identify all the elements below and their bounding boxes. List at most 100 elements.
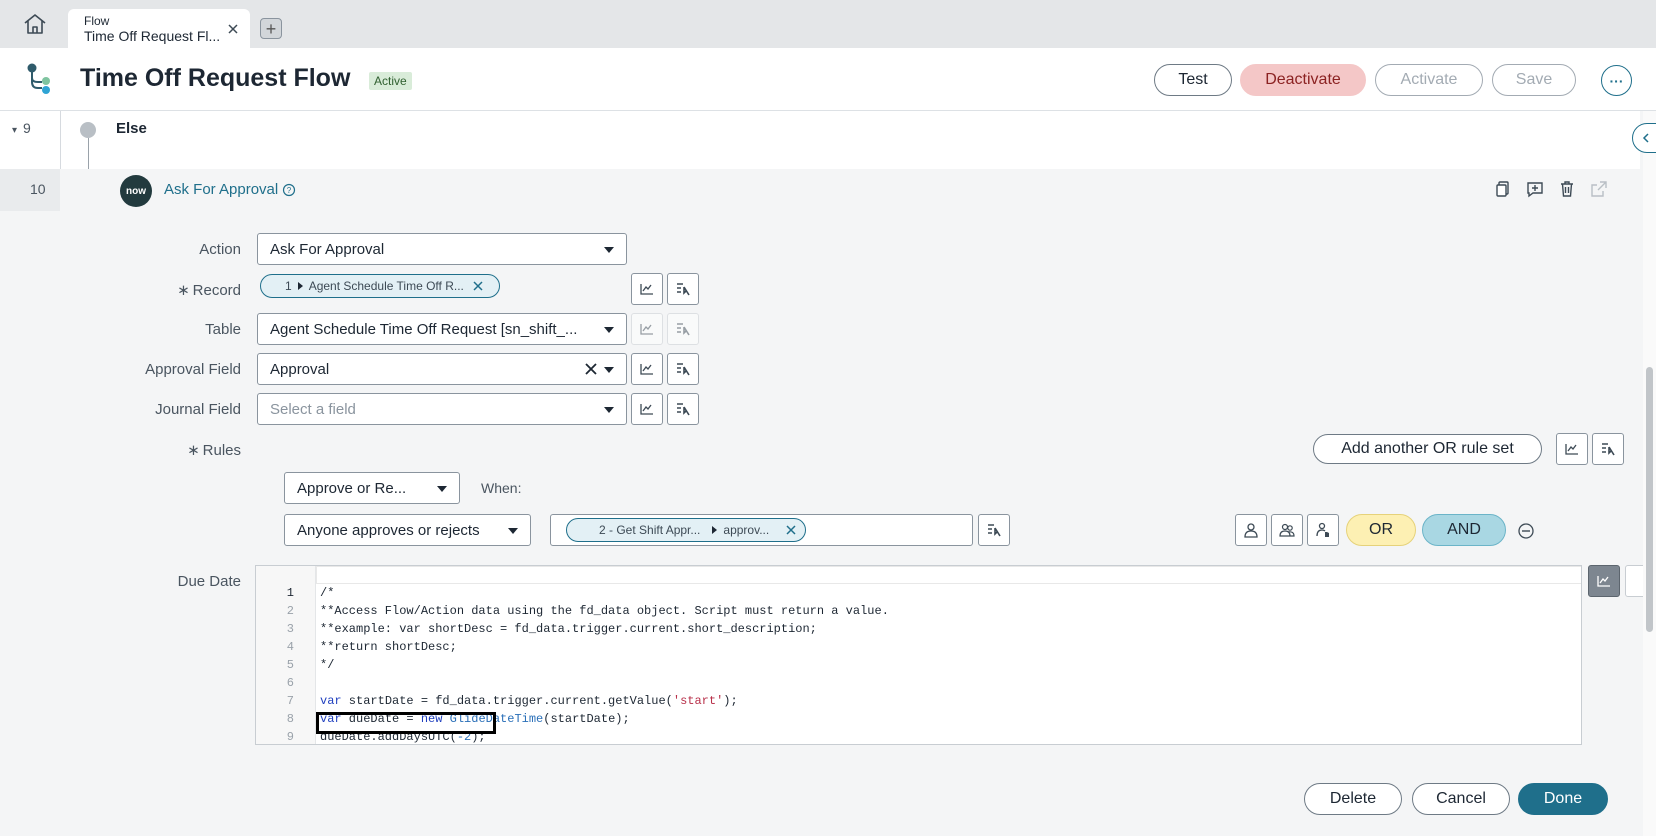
data-picker-icon (1602, 443, 1615, 456)
record-script-button[interactable] (631, 273, 663, 305)
now-logo-icon: now (120, 175, 152, 207)
flow-node-icon (80, 122, 96, 138)
and-button[interactable]: AND (1422, 514, 1506, 546)
more-options-button[interactable]: ··· (1601, 65, 1632, 96)
data-picker-icon (988, 524, 1001, 537)
script-icon (640, 324, 653, 335)
help-icon[interactable]: ? (282, 183, 296, 197)
chevron-down-icon (604, 327, 614, 333)
due-date-script-toggle-button[interactable] (1588, 565, 1620, 597)
script-icon (640, 404, 653, 415)
save-button[interactable]: Save (1492, 64, 1576, 96)
code-line: 1/* (286, 586, 335, 600)
table-select[interactable]: Agent Schedule Time Off Request [sn_shif… (257, 313, 627, 345)
deactivate-button[interactable]: Deactivate (1240, 64, 1366, 96)
approval-field-label: Approval Field (145, 361, 241, 378)
rule-type-value: Approve or Re... (297, 479, 407, 497)
remove-pill-icon[interactable] (472, 280, 484, 292)
rule-data-picker-button[interactable] (978, 514, 1010, 546)
caret-right-icon (712, 526, 718, 534)
delete-icon[interactable] (1558, 180, 1576, 198)
table-script-button (631, 313, 663, 345)
chevron-down-icon (508, 528, 518, 534)
script-icon (1597, 576, 1610, 587)
else-label: Else (116, 120, 147, 137)
required-icon: ∗ (177, 282, 190, 299)
test-button[interactable]: Test (1154, 64, 1232, 96)
record-label: ∗ Record (177, 282, 241, 299)
rules-data-picker-button[interactable] (1592, 433, 1624, 465)
add-tab-button[interactable]: + (260, 18, 282, 39)
activate-button[interactable]: Activate (1375, 64, 1483, 96)
clear-icon[interactable] (584, 362, 598, 376)
caret-right-icon (297, 282, 303, 290)
flow-designer-logo-icon (24, 62, 56, 96)
rule-type-select[interactable]: Approve or Re... (284, 472, 460, 504)
chevron-down-icon (604, 247, 614, 253)
chevron-down-icon (604, 367, 614, 373)
action-label: Action (199, 241, 241, 258)
approvers-data-pill[interactable]: 2 - Get Shift Appr... approv... (566, 518, 806, 542)
vertical-scrollbar[interactable] (1643, 111, 1656, 836)
add-manual-approver-button[interactable] (1307, 514, 1339, 546)
journal-field-data-picker-button[interactable] (667, 393, 699, 425)
data-picker-icon (677, 363, 690, 376)
table-label: Table (205, 321, 241, 338)
code-line: 5 */ (286, 658, 335, 672)
flow-header: Time Off Request Flow Active Test Deacti… (0, 48, 1656, 111)
svg-text:?: ? (287, 186, 292, 195)
tab-flow[interactable]: Flow Time Off Request Fl... (68, 9, 250, 48)
scrollbar-thumb[interactable] (1646, 367, 1653, 632)
record-data-picker-button[interactable] (667, 273, 699, 305)
done-button[interactable]: Done (1518, 783, 1608, 815)
add-group-button[interactable] (1271, 514, 1303, 546)
action-select[interactable]: Ask For Approval (257, 233, 627, 265)
code-line: 2 **Access Flow/Action data using the fd_… (286, 604, 889, 618)
step-title[interactable]: Ask For Approval (164, 181, 278, 198)
required-icon: ∗ (187, 442, 200, 459)
remove-rule-icon[interactable] (1517, 522, 1535, 540)
due-date-script-editor[interactable]: 1/* 2 **Access Flow/Action data using the… (255, 565, 1582, 745)
table-value: Agent Schedule Time Off Request [sn_shif… (270, 320, 578, 338)
rule-condition-select[interactable]: Anyone approves or rejects (284, 514, 531, 546)
code-line: 6 (286, 676, 294, 690)
script-icon (640, 364, 653, 375)
chevron-down-icon (437, 486, 447, 492)
rule-condition-value: Anyone approves or rejects (297, 521, 480, 539)
cancel-button[interactable]: Cancel (1412, 783, 1510, 815)
table-data-picker-button (667, 313, 699, 345)
collapse-caret-icon[interactable]: ▾ (12, 125, 17, 136)
approval-field-data-picker-button[interactable] (667, 353, 699, 385)
approval-field-script-button[interactable] (631, 353, 663, 385)
copy-icon[interactable] (1494, 180, 1512, 198)
record-data-pill[interactable]: 1 Agent Schedule Time Off R... (260, 274, 500, 298)
add-comment-icon[interactable] (1526, 180, 1544, 198)
journal-field-placeholder: Select a field (270, 400, 356, 418)
or-button[interactable]: OR (1346, 514, 1416, 546)
side-panel-toggle[interactable] (1632, 123, 1656, 153)
remove-pill-icon[interactable] (785, 524, 797, 536)
home-icon[interactable] (22, 12, 48, 36)
add-user-button[interactable] (1235, 514, 1267, 546)
status-badge: Active (369, 72, 412, 90)
when-label: When: (481, 480, 522, 496)
open-external-icon[interactable] (1590, 180, 1608, 198)
script-icon (1565, 444, 1578, 455)
step-number: ▾ 9 (12, 120, 31, 136)
add-or-rule-set-button[interactable]: Add another OR rule set (1313, 434, 1542, 464)
close-tab-icon[interactable] (226, 22, 240, 36)
approval-field-value: Approval (270, 360, 330, 378)
code-line: 8 var dueDate = new GlideDateTime(startDa… (286, 712, 630, 726)
rules-script-button[interactable] (1556, 433, 1588, 465)
code-line: 3 **example: var shortDesc = fd_data.trig… (286, 622, 817, 636)
journal-field-script-button[interactable] (631, 393, 663, 425)
code-line: 7 var startDate = fd_data.trigger.current… (286, 694, 738, 708)
else-step-row: ▾ 9 Else (0, 111, 1640, 171)
journal-field-select[interactable]: Select a field (257, 393, 627, 425)
script-icon (640, 284, 653, 295)
approval-field-select[interactable]: Approval (257, 353, 627, 385)
data-picker-icon (677, 403, 690, 416)
delete-button[interactable]: Delete (1304, 783, 1402, 815)
highlight-box (316, 712, 496, 734)
chevron-left-icon (1642, 133, 1649, 143)
